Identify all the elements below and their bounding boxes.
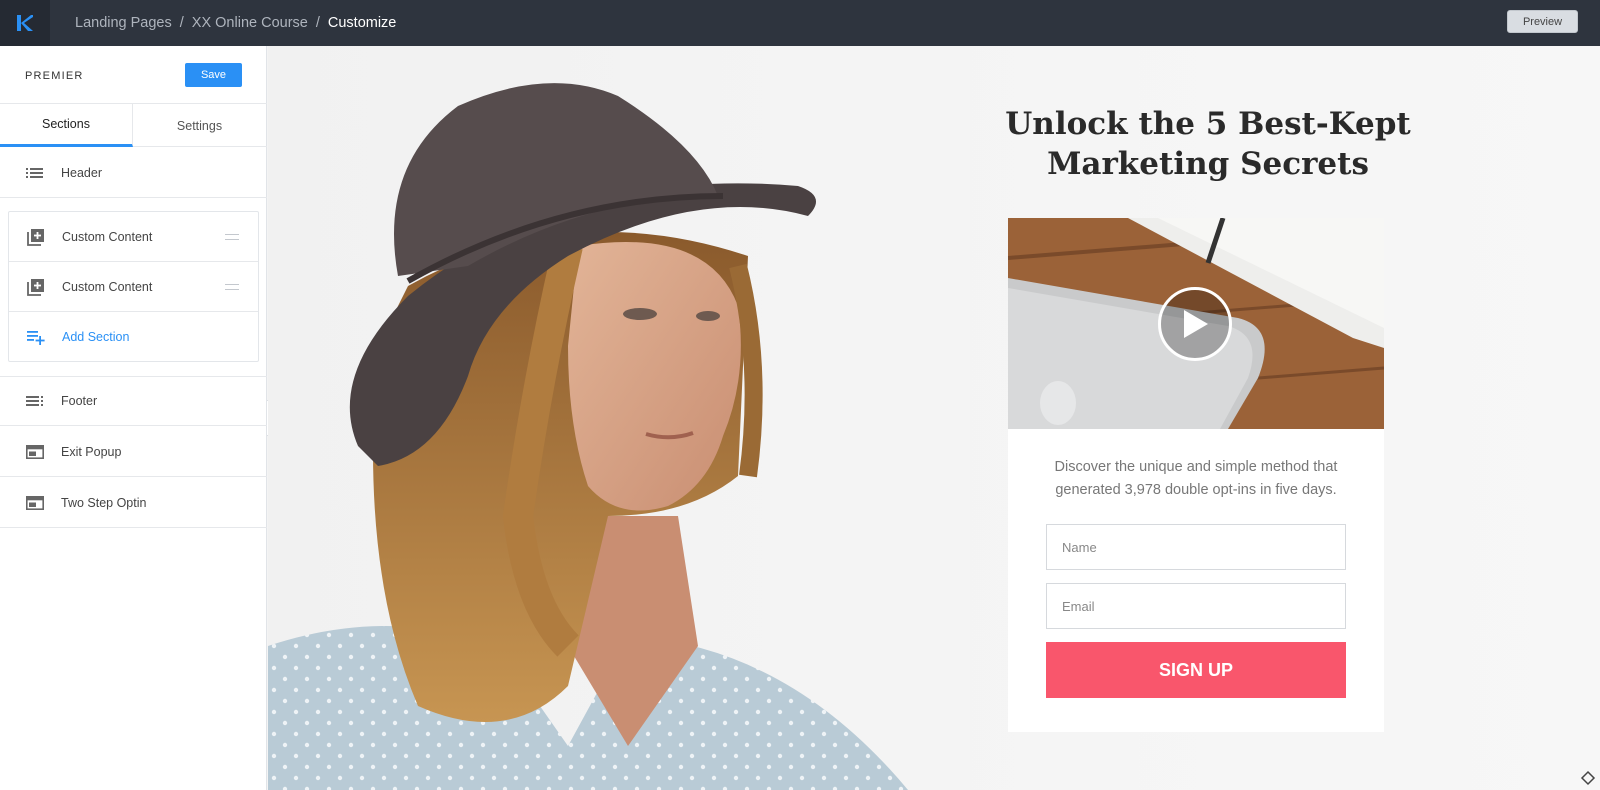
- top-bar: Landing Pages / XX Online Course / Custo…: [0, 0, 1600, 46]
- k-logo-icon[interactable]: [0, 0, 50, 46]
- breadcrumb-landing-pages[interactable]: Landing Pages: [75, 15, 172, 31]
- sidebar-item-header[interactable]: Header: [0, 148, 267, 198]
- tab-sections[interactable]: Sections: [0, 104, 133, 147]
- sidebar: PREMIER Save Sections Settings Header Cu…: [0, 46, 267, 790]
- hero-photo: [268, 83, 908, 790]
- footer-list-icon: [26, 394, 44, 408]
- breadcrumb-separator: /: [179, 15, 184, 31]
- name-field[interactable]: Name: [1046, 524, 1346, 570]
- sidebar-tabs: Sections Settings: [0, 104, 267, 147]
- add-section-button[interactable]: Add Section: [9, 312, 258, 362]
- list-icon: [26, 166, 44, 180]
- preview-button[interactable]: Preview: [1507, 10, 1578, 33]
- sidebar-item-label: Exit Popup: [61, 444, 122, 459]
- sidebar-item-label: Two Step Optin: [61, 495, 147, 510]
- page-preview-canvas: Unlock the 5 Best-Kept Marketing Secrets: [268, 46, 1600, 790]
- email-field[interactable]: Email: [1046, 583, 1346, 629]
- window-icon: [26, 444, 44, 459]
- playlist-add-icon: [27, 328, 45, 346]
- sidebar-item-footer[interactable]: Footer: [0, 376, 267, 426]
- breadcrumb: Landing Pages / XX Online Course / Custo…: [75, 0, 396, 46]
- sidebar-item-label: Footer: [61, 394, 98, 408]
- sidebar-item-custom-content[interactable]: Custom Content: [9, 212, 258, 262]
- drag-handle-icon[interactable]: [225, 283, 239, 290]
- resize-diamond-icon[interactable]: [1580, 770, 1596, 786]
- add-box-icon: [27, 278, 45, 296]
- sidebar-item-exit-popup[interactable]: Exit Popup: [0, 427, 267, 477]
- sidebar-item-two-step-optin[interactable]: Two Step Optin: [0, 478, 267, 528]
- breadcrumb-separator: /: [315, 15, 320, 31]
- sidebar-item-label: Custom Content: [62, 229, 153, 244]
- sidebar-header: PREMIER Save: [0, 46, 267, 104]
- sidebar-item-label: Custom Content: [62, 279, 153, 294]
- breadcrumb-current: Customize: [327, 15, 397, 31]
- template-name: PREMIER: [25, 70, 84, 82]
- save-button[interactable]: Save: [185, 63, 242, 87]
- play-button[interactable]: [1158, 287, 1232, 361]
- window-icon: [26, 495, 44, 510]
- page-headline[interactable]: Unlock the 5 Best-Kept Marketing Secrets: [998, 104, 1418, 184]
- page-description: Discover the unique and simple method th…: [1054, 459, 1338, 498]
- play-icon: [1184, 310, 1208, 338]
- add-section-label: Add Section: [62, 330, 130, 344]
- optin-card: Discover the unique and simple method th…: [1008, 218, 1384, 732]
- sidebar-item-custom-content[interactable]: Custom Content: [9, 262, 258, 312]
- sidebar-item-label: Header: [61, 165, 102, 180]
- signup-button[interactable]: SIGN UP: [1046, 642, 1346, 698]
- add-box-icon: [27, 228, 45, 246]
- drag-handle-icon[interactable]: [225, 233, 239, 240]
- tab-settings[interactable]: Settings: [133, 104, 266, 147]
- sections-group: Custom Content Custom Content Add Sectio…: [8, 211, 259, 362]
- video-thumbnail[interactable]: [1008, 218, 1384, 429]
- breadcrumb-course[interactable]: XX Online Course: [192, 15, 308, 31]
